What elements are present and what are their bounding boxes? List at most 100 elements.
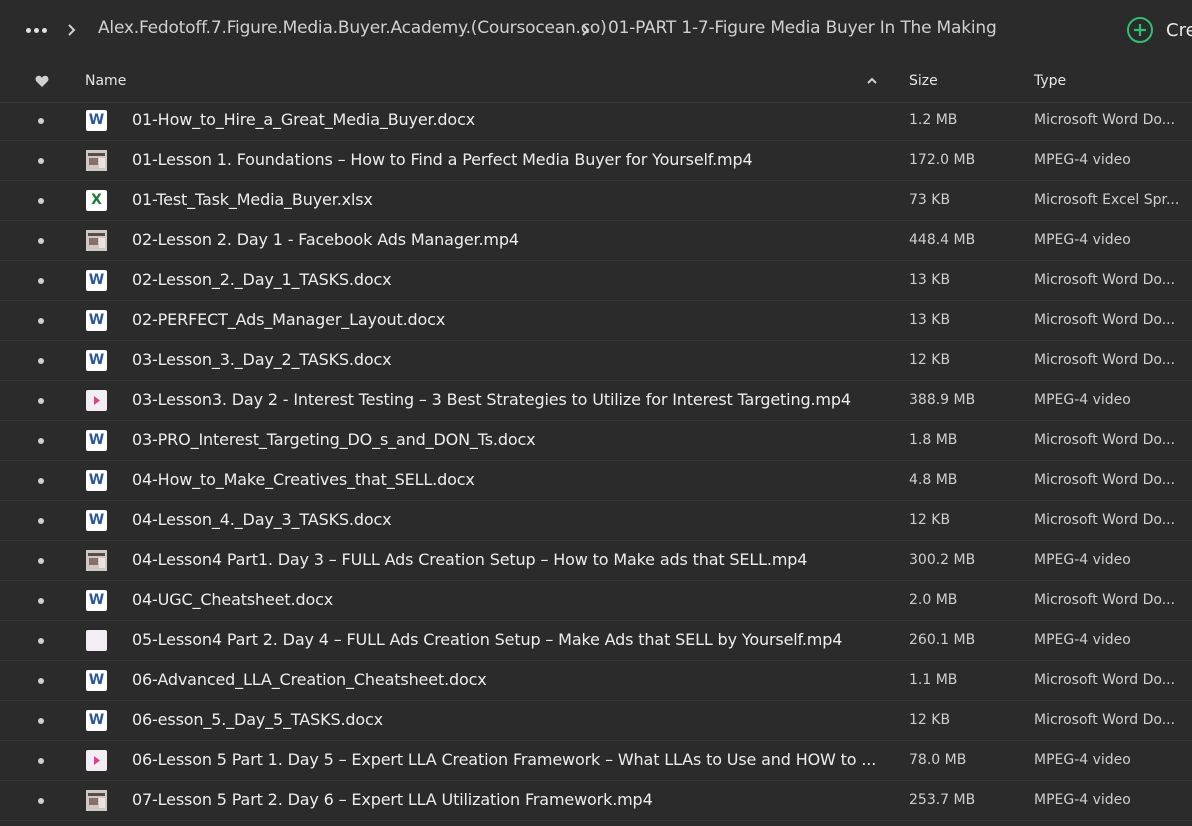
file-name[interactable]: 03-PRO_Interest_Targeting_DO_s_and_DON_T… bbox=[132, 430, 536, 449]
video-play-icon bbox=[86, 750, 107, 771]
word-icon: W bbox=[86, 430, 107, 451]
file-row[interactable]: W 06-esson_5._Day_5_TASKS.docx 12 KB Micros… bbox=[0, 701, 1192, 741]
word-icon: W bbox=[86, 670, 107, 691]
word-icon: W bbox=[86, 110, 107, 131]
file-name[interactable]: 01-Test_Task_Media_Buyer.xlsx bbox=[132, 190, 373, 209]
file-size: 448.4 MB bbox=[909, 232, 976, 248]
column-header-row: Name Size Type bbox=[0, 62, 1192, 103]
excel-icon: X bbox=[86, 190, 107, 211]
file-name[interactable]: 03-Lesson3. Day 2 - Interest Testing – 3… bbox=[132, 390, 851, 409]
bullet-icon bbox=[38, 518, 44, 524]
file-row[interactable]: X 01-Test_Task_Media_Buyer.xlsx 73 KB Micro… bbox=[0, 181, 1192, 221]
file-row[interactable]: 04-Lesson4 Part1. Day 3 – FULL Ads Creat… bbox=[0, 541, 1192, 581]
file-size: 12 KB bbox=[909, 352, 951, 368]
bullet-icon bbox=[38, 598, 44, 604]
bullet-icon bbox=[38, 438, 44, 444]
file-row[interactable]: 06-Lesson 5 Part 1. Day 5 – Expert LLA C… bbox=[0, 741, 1192, 781]
chevron-right-icon bbox=[68, 24, 76, 36]
breadcrumb-item-current-folder[interactable]: 01-PART 1-7-Figure Media Buyer In The Ma… bbox=[608, 18, 997, 38]
file-name[interactable]: 01-Lesson 1. Foundations – How to Find a… bbox=[132, 150, 753, 169]
file-name[interactable]: 04-UGC_Cheatsheet.docx bbox=[132, 590, 333, 609]
bullet-icon bbox=[38, 278, 44, 284]
more-options-icon[interactable] bbox=[26, 20, 50, 40]
word-icon: W bbox=[86, 350, 107, 371]
file-row[interactable]: W 01-How_to_Hire_a_Great_Media_Buyer.docx… bbox=[0, 101, 1192, 141]
file-type: MPEG-4 video bbox=[1034, 232, 1131, 248]
file-size: 12 KB bbox=[909, 712, 951, 728]
column-header-size[interactable]: Size bbox=[909, 73, 938, 89]
file-name[interactable]: 06-esson_5._Day_5_TASKS.docx bbox=[132, 710, 383, 729]
bullet-icon bbox=[38, 758, 44, 764]
file-type: MPEG-4 video bbox=[1034, 152, 1131, 168]
bullet-icon bbox=[38, 678, 44, 684]
word-icon: W bbox=[86, 590, 107, 611]
column-header-name[interactable]: Name bbox=[85, 73, 126, 89]
file-type: Microsoft Word Do... bbox=[1034, 592, 1176, 608]
video-thumbnail-icon bbox=[86, 550, 107, 571]
file-size: 12 KB bbox=[909, 512, 951, 528]
file-row[interactable]: W 06-Advanced_LLA_Creation_Cheatsheet.doc… bbox=[0, 661, 1192, 701]
file-name[interactable]: 03-Lesson_3._Day_2_TASKS.docx bbox=[132, 350, 392, 369]
file-size: 1.2 MB bbox=[909, 112, 958, 128]
word-icon: W bbox=[86, 710, 107, 731]
file-row[interactable]: 03-Lesson3. Day 2 - Interest Testing – 3… bbox=[0, 381, 1192, 421]
file-name[interactable]: 07-Lesson 5 Part 2. Day 6 – Expert LLA U… bbox=[132, 790, 653, 809]
add-circle-icon bbox=[1127, 17, 1153, 43]
file-row[interactable]: W 02-Lesson_2._Day_1_TASKS.docx 13 KB Micro… bbox=[0, 261, 1192, 301]
sort-ascending-icon[interactable] bbox=[866, 76, 878, 86]
file-row[interactable]: W 04-How_to_Make_Creatives_that_SELL.docx… bbox=[0, 461, 1192, 501]
file-type: MPEG-4 video bbox=[1034, 792, 1131, 808]
file-name[interactable]: 02-Lesson 2. Day 1 - Facebook Ads Manage… bbox=[132, 230, 519, 249]
file-name[interactable]: 04-Lesson4 Part1. Day 3 – FULL Ads Creat… bbox=[132, 550, 807, 569]
file-type: Microsoft Word Do... bbox=[1034, 512, 1176, 528]
file-row[interactable]: 02-Lesson 2. Day 1 - Facebook Ads Manage… bbox=[0, 221, 1192, 261]
create-button[interactable]: Cre bbox=[1126, 16, 1192, 44]
file-name[interactable]: 06-Advanced_LLA_Creation_Cheatsheet.docx bbox=[132, 670, 487, 689]
file-type: Microsoft Word Do... bbox=[1034, 312, 1176, 328]
file-size: 73 KB bbox=[909, 192, 951, 208]
column-header-type[interactable]: Type bbox=[1034, 73, 1066, 89]
file-name[interactable]: 05-Lesson4 Part 2. Day 4 – FULL Ads Crea… bbox=[132, 630, 842, 649]
bullet-icon bbox=[38, 798, 44, 804]
video-play-icon bbox=[86, 390, 107, 411]
file-size: 172.0 MB bbox=[909, 152, 976, 168]
bullet-icon bbox=[38, 478, 44, 484]
file-size: 1.1 MB bbox=[909, 672, 958, 688]
file-name[interactable]: 02-Lesson_2._Day_1_TASKS.docx bbox=[132, 270, 392, 289]
word-icon: W bbox=[86, 270, 107, 291]
file-row[interactable]: W 04-Lesson_4._Day_3_TASKS.docx 12 KB Micro… bbox=[0, 501, 1192, 541]
bullet-icon bbox=[38, 238, 44, 244]
file-row[interactable]: W 03-Lesson_3._Day_2_TASKS.docx 12 KB Micro… bbox=[0, 341, 1192, 381]
file-name[interactable]: 06-Lesson 5 Part 1. Day 5 – Expert LLA C… bbox=[132, 750, 876, 769]
bullet-icon bbox=[38, 398, 44, 404]
video-blank-icon bbox=[86, 630, 107, 651]
create-button-label: Cre bbox=[1166, 19, 1192, 41]
heart-icon[interactable] bbox=[35, 75, 49, 88]
file-name[interactable]: 01-How_to_Hire_a_Great_Media_Buyer.docx bbox=[132, 110, 475, 129]
file-size: 13 KB bbox=[909, 272, 951, 288]
file-type: MPEG-4 video bbox=[1034, 632, 1131, 648]
file-row[interactable]: 05-Lesson4 Part 2. Day 4 – FULL Ads Crea… bbox=[0, 621, 1192, 661]
file-type: Microsoft Word Do... bbox=[1034, 432, 1176, 448]
file-name[interactable]: 04-How_to_Make_Creatives_that_SELL.docx bbox=[132, 470, 475, 489]
file-type: Microsoft Word Do... bbox=[1034, 112, 1176, 128]
breadcrumb-item-course[interactable]: Alex.Fedotoff.7.Figure.Media.Buyer.Acade… bbox=[98, 18, 607, 38]
file-name[interactable]: 02-PERFECT_Ads_Manager_Layout.docx bbox=[132, 310, 445, 329]
file-size: 253.7 MB bbox=[909, 792, 976, 808]
file-list: W 01-How_to_Hire_a_Great_Media_Buyer.docx… bbox=[0, 101, 1192, 821]
file-name[interactable]: 04-Lesson_4._Day_3_TASKS.docx bbox=[132, 510, 392, 529]
chevron-right-icon bbox=[582, 24, 590, 36]
file-row[interactable]: 07-Lesson 5 Part 2. Day 6 – Expert LLA U… bbox=[0, 781, 1192, 821]
file-size: 2.0 MB bbox=[909, 592, 958, 608]
video-thumbnail-icon bbox=[86, 230, 107, 251]
file-row[interactable]: W 03-PRO_Interest_Targeting_DO_s_and_DON_… bbox=[0, 421, 1192, 461]
file-size: 4.8 MB bbox=[909, 472, 958, 488]
video-thumbnail-icon bbox=[86, 150, 107, 171]
file-row[interactable]: W 04-UGC_Cheatsheet.docx 2.0 MB Microsoft W… bbox=[0, 581, 1192, 621]
file-row[interactable]: 01-Lesson 1. Foundations – How to Find a… bbox=[0, 141, 1192, 181]
file-size: 13 KB bbox=[909, 312, 951, 328]
file-row[interactable]: W 02-PERFECT_Ads_Manager_Layout.docx 13 KB… bbox=[0, 301, 1192, 341]
file-size: 388.9 MB bbox=[909, 392, 976, 408]
file-type: Microsoft Word Do... bbox=[1034, 472, 1176, 488]
bullet-icon bbox=[38, 118, 44, 124]
